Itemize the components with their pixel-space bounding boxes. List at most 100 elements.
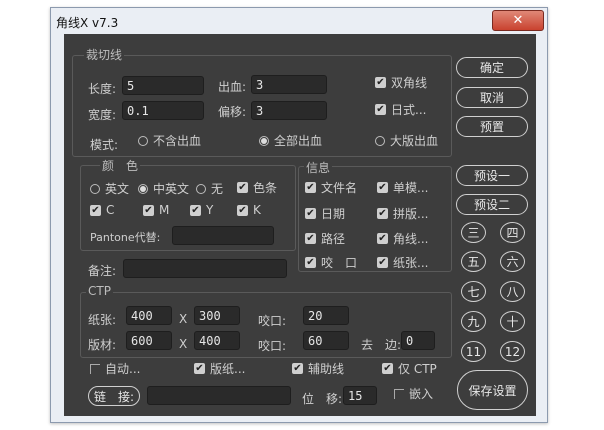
paper-label: 纸张: (88, 313, 117, 327)
info-legend: 信息 (304, 159, 333, 176)
only-ctp-option[interactable]: ✔ 仅 CTP (382, 360, 437, 377)
bite2-input[interactable]: 60 (303, 331, 349, 350)
preset-6-button[interactable]: 六 (500, 251, 525, 272)
link-input[interactable] (147, 386, 291, 405)
offset-input[interactable]: 3 (251, 101, 327, 120)
color-legend: 颜 色 (100, 157, 141, 174)
embed-option[interactable]: 嵌入 (394, 385, 433, 402)
channel-y-option[interactable]: ✔ Y (190, 203, 213, 217)
channel-y-label: Y (206, 203, 214, 217)
lang-en-radio[interactable] (90, 183, 100, 194)
preset-10-button[interactable]: 十 (500, 311, 525, 332)
info-imposition-option[interactable]: ✔ 拼版... (377, 205, 428, 222)
preset-11-button[interactable]: 11 (461, 341, 486, 362)
info-filename-checkbox[interactable]: ✔ (305, 182, 316, 193)
length-label: 长度: (88, 82, 117, 96)
channel-c-option[interactable]: ✔ C (90, 203, 114, 217)
channel-c-checkbox[interactable]: ✔ (90, 204, 101, 216)
info-paper-option[interactable]: ✔ 纸张... (377, 254, 428, 271)
info-bite-option[interactable]: ✔ 咬 口 (305, 254, 357, 271)
width-input[interactable]: 0.1 (122, 101, 204, 120)
info-paper-label: 纸张... (393, 256, 429, 270)
close-button[interactable]: ✕ (492, 10, 544, 31)
embed-checkbox[interactable] (394, 388, 404, 399)
info-path-checkbox[interactable]: ✔ (305, 233, 316, 244)
preset2-button[interactable]: 预设二 (456, 194, 528, 215)
paper-width-input[interactable]: 400 (126, 306, 172, 325)
japanese-label: 日式... (391, 103, 427, 117)
trim-label: 去 边: (361, 338, 402, 352)
preset-button[interactable]: 预置 (456, 116, 528, 137)
mode-all-label: 全部出血 (274, 134, 323, 148)
preset-7-button[interactable]: 七 (461, 281, 486, 302)
only-ctp-checkbox[interactable]: ✔ (382, 363, 393, 374)
plate-width-input[interactable]: 600 (126, 331, 172, 350)
preset-8-button[interactable]: 八 (500, 281, 525, 302)
info-path-option[interactable]: ✔ 路径 (305, 230, 345, 247)
mode-option-none[interactable]: 不含出血 (138, 132, 201, 149)
info-filename-option[interactable]: ✔ 文件名 (305, 179, 357, 196)
auto-checkbox[interactable] (90, 363, 100, 374)
color-bar-option[interactable]: ✔ 色条 (237, 179, 277, 196)
layout-option[interactable]: ✔ 版纸... (194, 360, 245, 377)
preset-9-button[interactable]: 九 (461, 311, 486, 332)
offset-label: 偏移: (218, 105, 247, 119)
bleed-input[interactable]: 3 (251, 75, 327, 94)
cancel-button[interactable]: 取消 (456, 87, 528, 108)
pantone-input[interactable] (172, 226, 274, 245)
lang-option-en[interactable]: 英文 (90, 180, 129, 197)
preset-3-button[interactable]: 三 (461, 222, 486, 243)
mode-option-large[interactable]: 大版出血 (375, 132, 438, 149)
lang-option-none[interactable]: 无 (196, 180, 223, 197)
lang-en-label: 英文 (105, 182, 130, 196)
channel-k-option[interactable]: ✔ K (237, 203, 261, 217)
mode-option-all[interactable]: 全部出血 (259, 132, 322, 149)
preset-5-button[interactable]: 五 (461, 251, 486, 272)
channel-k-checkbox[interactable]: ✔ (237, 204, 248, 216)
lang-option-zh-en[interactable]: 中英文 (138, 180, 189, 197)
link-button[interactable]: 链 接: (88, 386, 140, 406)
info-paper-checkbox[interactable]: ✔ (377, 257, 388, 268)
info-corner-option[interactable]: ✔ 角线... (377, 230, 428, 247)
japanese-checkbox[interactable]: ✔ (375, 104, 386, 115)
auto-option[interactable]: 自动... (90, 360, 140, 377)
mode-none-label: 不含出血 (153, 134, 202, 148)
preset1-button[interactable]: 预设一 (456, 165, 528, 186)
channel-m-checkbox[interactable]: ✔ (143, 204, 154, 216)
note-input[interactable] (123, 259, 287, 278)
mode-all-radio[interactable] (259, 135, 269, 146)
info-date-option[interactable]: ✔ 日期 (305, 205, 345, 222)
color-bar-checkbox[interactable]: ✔ (237, 182, 248, 193)
mode-none-radio[interactable] (138, 135, 148, 146)
length-input[interactable]: 5 (122, 76, 204, 95)
preset-4-button[interactable]: 四 (500, 222, 525, 243)
info-bite-checkbox[interactable]: ✔ (305, 257, 316, 268)
lang-none-radio[interactable] (196, 183, 206, 194)
color-bar-label: 色条 (253, 181, 278, 195)
ctp-legend: CTP (86, 284, 113, 298)
note-label: 备注: (88, 264, 117, 278)
shift-input[interactable]: 15 (343, 386, 377, 405)
trim-input[interactable]: 0 (401, 331, 435, 350)
bite1-input[interactable]: 20 (303, 306, 349, 325)
info-single-option[interactable]: ✔ 单模... (377, 179, 428, 196)
plate-height-input[interactable]: 400 (194, 331, 240, 350)
save-settings-button[interactable]: 保存设置 (457, 370, 528, 410)
double-corner-option[interactable]: ✔ 双角线 (375, 74, 427, 91)
layout-checkbox[interactable]: ✔ (194, 363, 205, 374)
info-date-checkbox[interactable]: ✔ (305, 208, 316, 219)
lang-zh-en-radio[interactable] (138, 183, 148, 194)
ok-button[interactable]: 确定 (456, 57, 528, 78)
channel-y-checkbox[interactable]: ✔ (190, 204, 201, 216)
info-imposition-checkbox[interactable]: ✔ (377, 208, 388, 219)
mode-large-radio[interactable] (375, 135, 385, 146)
japanese-option[interactable]: ✔ 日式... (375, 101, 426, 118)
aux-checkbox[interactable]: ✔ (292, 363, 303, 374)
paper-height-input[interactable]: 300 (194, 306, 240, 325)
preset-12-button[interactable]: 12 (500, 341, 525, 362)
channel-m-option[interactable]: ✔ M (143, 203, 169, 217)
aux-option[interactable]: ✔ 辅助线 (292, 360, 344, 377)
info-single-checkbox[interactable]: ✔ (377, 182, 388, 193)
info-corner-checkbox[interactable]: ✔ (377, 233, 388, 244)
double-corner-checkbox[interactable]: ✔ (375, 77, 386, 88)
